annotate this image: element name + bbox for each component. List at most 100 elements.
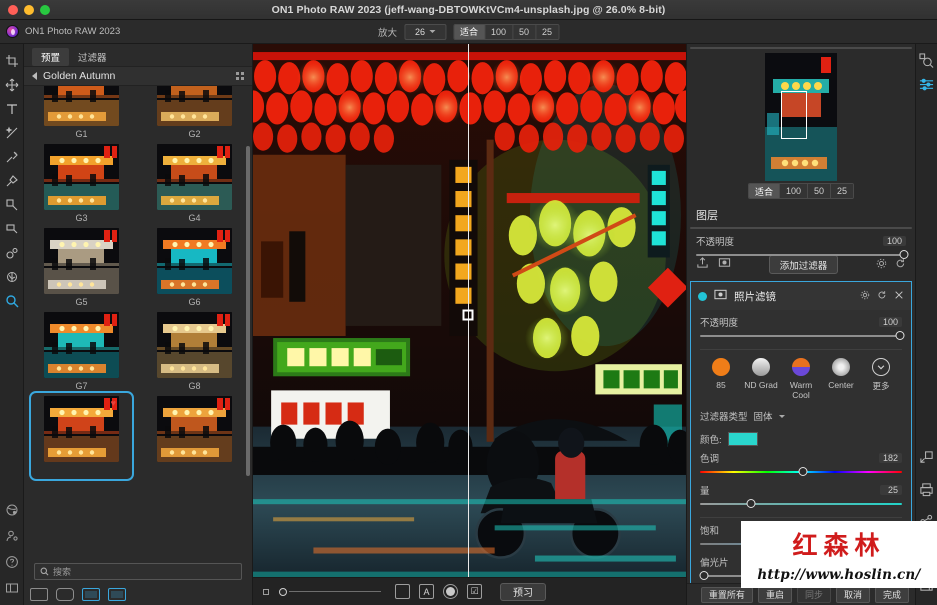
filter-enabled-toggle[interactable]	[698, 292, 707, 301]
navigator-viewport-rect[interactable]	[781, 91, 807, 138]
nav-zoom-25[interactable]: 25	[831, 184, 853, 198]
favorite-heart-icon[interactable]: ♥	[111, 398, 116, 408]
filter-preset-center[interactable]: Center	[821, 358, 861, 400]
edit-module-icon[interactable]	[918, 74, 936, 94]
tab-filters[interactable]: 过滤器	[69, 48, 116, 66]
preset-item[interactable]: G4	[147, 144, 242, 224]
filter-opacity-knob[interactable]	[895, 331, 904, 340]
filter-opacity-track	[700, 335, 902, 337]
preset-scroll-region[interactable]: G1 G2 G3 G4	[24, 86, 252, 559]
print-module-icon[interactable]	[918, 479, 936, 499]
preset-item[interactable]: G2	[147, 86, 242, 140]
zoom-preset-100[interactable]: 100	[485, 25, 513, 39]
filter-slider-量[interactable]	[700, 498, 902, 510]
add-filter-button[interactable]: 添加过滤器	[769, 255, 839, 274]
eraser-tool-icon[interactable]	[2, 218, 22, 240]
view-mode-single-icon[interactable]	[56, 588, 74, 601]
preset-item[interactable]: G5	[34, 228, 129, 308]
footer-button-同步: 同步	[797, 587, 831, 603]
zoom-level-select[interactable]: 26	[404, 24, 446, 40]
ai-brain-tool-icon[interactable]	[2, 266, 22, 288]
text-tool-icon[interactable]	[2, 98, 22, 120]
filter-card-gear-icon[interactable]	[860, 290, 870, 303]
filter-opacity-value: 100	[879, 317, 902, 327]
slider-label: 饱和	[700, 523, 719, 537]
preset-item[interactable]: G3	[34, 144, 129, 224]
magic-wand-tool-icon[interactable]	[2, 122, 22, 144]
browse-module-icon[interactable]	[918, 50, 936, 70]
perfect-brush-tool-icon[interactable]	[2, 170, 22, 192]
category-back-group[interactable]: Golden Autumn	[32, 70, 115, 82]
view-mode-split-icon[interactable]	[30, 588, 48, 601]
filter-slider-色调[interactable]	[700, 466, 902, 478]
thumbnail-size-slider[interactable]	[279, 588, 381, 596]
crop-tool-icon[interactable]	[2, 50, 22, 72]
zoom-preset-group[interactable]: 适合 100 50 25	[453, 24, 559, 40]
view-mode-detail-icon[interactable]	[82, 588, 100, 601]
preview-button[interactable]: 预习	[500, 583, 546, 601]
browser-scrollbar[interactable]	[246, 146, 250, 476]
preset-item[interactable]: G10	[147, 396, 242, 476]
masking-brush-tool-icon[interactable]	[2, 194, 22, 216]
search-placeholder: 搜索	[53, 565, 71, 578]
footer-button-完成[interactable]: 完成	[875, 587, 909, 603]
filter-opacity-slider[interactable]	[700, 330, 902, 342]
preset-item[interactable]: G7	[34, 312, 129, 392]
filter-card-reset-icon[interactable]	[877, 290, 887, 303]
preset-item[interactable]: G1	[34, 86, 129, 140]
zoom-tool-icon[interactable]	[2, 290, 22, 312]
slider-value: 182	[879, 453, 902, 463]
on1-logo-icon	[6, 25, 19, 38]
move-tool-icon[interactable]	[2, 74, 22, 96]
nav-zoom-50[interactable]: 50	[808, 184, 831, 198]
slider-knob[interactable]	[700, 571, 709, 580]
retouch-brush-tool-icon[interactable]	[2, 146, 22, 168]
preset-item[interactable]: ♥G9	[34, 396, 129, 476]
filter-settings-gear-icon[interactable]	[876, 256, 887, 274]
text-overlay-icon[interactable]: A	[419, 584, 434, 599]
save-preset-icon[interactable]	[696, 256, 709, 274]
toggle-panels-icon[interactable]	[2, 577, 22, 599]
filter-card-close-icon[interactable]	[894, 290, 904, 303]
filter-type-chevron-down-icon[interactable]	[779, 415, 785, 418]
layer-opacity-knob[interactable]	[899, 250, 908, 259]
filter-preset-更多[interactable]: 更多	[861, 358, 901, 400]
refine-tool-icon[interactable]	[2, 242, 22, 264]
resize-module-icon[interactable]	[918, 447, 936, 467]
nav-zoom-fit[interactable]: 适合	[749, 184, 780, 198]
image-canvas[interactable]	[253, 44, 686, 577]
footer-button-重启[interactable]: 重启	[758, 587, 792, 603]
grid-view-icon[interactable]	[236, 72, 244, 80]
show-mask-icon[interactable]	[395, 584, 410, 599]
checkbox-overlay-icon[interactable]: ☑	[467, 584, 482, 599]
filter-mask-icon[interactable]	[714, 287, 727, 305]
thumbnail-size-knob[interactable]	[279, 588, 287, 596]
footer-button-取消[interactable]: 取消	[836, 587, 870, 603]
slider-knob[interactable]	[746, 499, 755, 508]
soft-proof-icon[interactable]	[443, 584, 458, 599]
before-after-split-handle[interactable]	[462, 310, 473, 321]
account-icon[interactable]	[2, 525, 22, 547]
zoom-preset-50[interactable]: 50	[513, 25, 536, 39]
zoom-preset-fit[interactable]: 适合	[454, 25, 485, 39]
search-input[interactable]: 搜索	[34, 563, 242, 580]
footer-button-重置所有[interactable]: 重置所有	[701, 587, 753, 603]
navigator-zoom-segment[interactable]: 适合 100 50 25	[748, 183, 854, 199]
filter-preset-warm-cool[interactable]: Warm Cool	[781, 358, 821, 400]
nav-zoom-100[interactable]: 100	[780, 184, 808, 198]
filter-color-swatch[interactable]	[728, 432, 758, 446]
zoom-preset-25[interactable]: 25	[536, 25, 558, 39]
preset-item[interactable]: G6	[147, 228, 242, 308]
tab-presets[interactable]: 预置	[32, 48, 69, 66]
mask-thumbnail-icon[interactable]	[718, 256, 731, 274]
preset-item[interactable]: G8	[147, 312, 242, 392]
view-mode-filmstrip-icon[interactable]	[108, 588, 126, 601]
slider-knob[interactable]	[799, 467, 808, 476]
filter-type-value[interactable]: 固体	[754, 409, 773, 423]
preset-category-header: Golden Autumn	[24, 66, 252, 86]
filter-preset-85[interactable]: 85	[701, 358, 741, 400]
navigator-preview[interactable]	[687, 49, 915, 181]
color-wheel-icon[interactable]	[2, 499, 22, 521]
help-icon[interactable]	[2, 551, 22, 573]
filter-preset-nd-grad[interactable]: ND Grad	[741, 358, 781, 400]
